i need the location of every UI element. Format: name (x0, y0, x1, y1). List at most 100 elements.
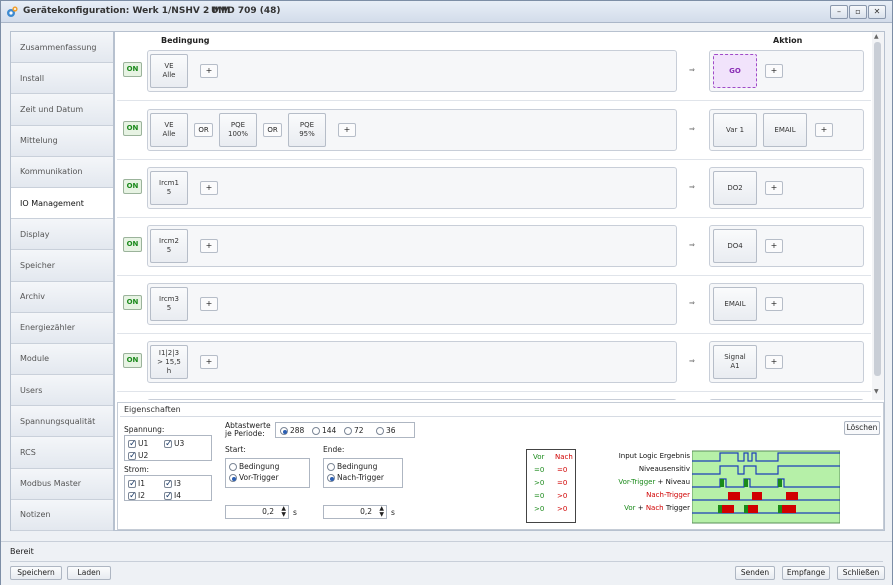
ende-radio-bedingung[interactable]: Bedingung (327, 462, 377, 471)
action-block[interactable]: GO (713, 54, 757, 88)
ende-radio-nach-trigger[interactable]: Nach-Trigger (327, 473, 384, 482)
abtast-radio-288[interactable]: 288 (280, 426, 304, 435)
condition-block[interactable]: Ircm1 5 (150, 171, 188, 205)
sidebar-item-modbus-master[interactable]: Modbus Master (11, 468, 113, 500)
rules-scrollbar[interactable]: ▲ ▼ (872, 32, 884, 400)
add-condition-button[interactable]: + (200, 64, 218, 78)
action-block[interactable]: EMAIL (713, 287, 757, 321)
checkbox-box[interactable] (164, 438, 173, 451)
action-block[interactable]: Var 1 (713, 113, 757, 147)
add-action-button[interactable]: + (815, 123, 833, 137)
add-condition-button[interactable]: + (200, 181, 218, 195)
condition-block[interactable]: Ircm3 5 (150, 287, 188, 321)
checkbox-box[interactable] (164, 490, 173, 503)
maximize-button[interactable]: ▫ (849, 5, 867, 19)
start-radio-vor-trigger[interactable]: Vor-Trigger (229, 473, 279, 482)
sidebar-item-display[interactable]: Display (11, 219, 113, 251)
on-toggle[interactable]: ON (123, 179, 142, 194)
sidebar-item-rcs[interactable]: RCS (11, 437, 113, 469)
checkbox-u3[interactable]: U3 (164, 438, 184, 451)
scroll-down-icon[interactable]: ▼ (874, 388, 879, 395)
sidebar-item-install[interactable]: Install (11, 63, 113, 95)
action-block[interactable]: EMAIL (763, 113, 807, 147)
checkbox-box[interactable] (128, 438, 137, 451)
or-button[interactable]: OR (263, 123, 282, 137)
or-button[interactable]: OR (194, 123, 213, 137)
sidebar-item-archiv[interactable]: Archiv (11, 281, 113, 313)
add-condition-button[interactable]: + (200, 355, 218, 369)
scrollbar-thumb[interactable] (874, 42, 881, 376)
checkbox-i1[interactable]: I1 (128, 478, 145, 491)
radio-circle[interactable] (327, 462, 335, 471)
senden-button[interactable]: Senden (735, 566, 775, 580)
add-action-button[interactable]: + (765, 64, 783, 78)
sidebar-item-users[interactable]: Users (11, 375, 113, 407)
radio-circle[interactable] (312, 426, 320, 435)
add-condition-button[interactable]: + (200, 297, 218, 311)
checkbox-box[interactable] (128, 478, 137, 491)
on-toggle[interactable]: ON (123, 62, 142, 77)
scroll-up-icon[interactable]: ▲ (874, 33, 879, 40)
spin-arrows-icon[interactable]: ▲ ▼ (379, 506, 384, 518)
sidebar-item-mittelung[interactable]: Mittelung (11, 125, 113, 157)
condition-block[interactable]: Ircm2 5 (150, 229, 188, 263)
on-toggle[interactable]: ON (123, 237, 142, 252)
add-action-button[interactable]: + (765, 355, 783, 369)
add-condition-button[interactable]: + (338, 123, 356, 137)
add-action-button[interactable]: + (765, 239, 783, 253)
radio-circle[interactable] (344, 426, 352, 435)
radio-circle[interactable] (376, 426, 384, 435)
checkbox-box[interactable] (128, 490, 137, 503)
checkbox-box[interactable] (164, 478, 173, 491)
checkbox-i4[interactable]: I4 (164, 490, 181, 503)
on-toggle[interactable]: ON (123, 295, 142, 310)
action-block[interactable]: Signal A1 (713, 345, 757, 379)
schliessen-button[interactable]: Schließen (837, 566, 885, 580)
sidebar-item-module[interactable]: Module (11, 343, 113, 376)
sidebar-item-zeit-und-datum[interactable]: Zeit und Datum (11, 94, 113, 126)
add-condition-button[interactable]: + (200, 239, 218, 253)
speichern-button[interactable]: Speichern (10, 566, 62, 580)
action-block[interactable]: DO4 (713, 229, 757, 263)
on-toggle[interactable]: ON (123, 353, 142, 368)
add-action-button[interactable]: + (765, 181, 783, 195)
checkbox-u1[interactable]: U1 (128, 438, 149, 451)
sidebar-item-spannungsqualit-t[interactable]: Spannungsqualität (11, 406, 113, 438)
condition-block[interactable]: I1|2|3 > 15,5 h (150, 345, 188, 379)
sidebar-item-energiez-hler[interactable]: Energiezähler (11, 312, 113, 344)
radio-circle[interactable] (229, 462, 237, 471)
add-action-button[interactable]: + (765, 297, 783, 311)
abtast-radio-36[interactable]: 36 (376, 426, 396, 435)
checkbox-i3[interactable]: I3 (164, 478, 181, 491)
sidebar-item-zusammenfassung[interactable]: Zusammenfassung (11, 32, 113, 64)
checkbox-u2[interactable]: U2 (128, 450, 148, 463)
abtast-radio-72[interactable]: 72 (344, 426, 364, 435)
condition-block[interactable]: VE Alle (150, 113, 188, 147)
condition-block[interactable]: PQE 95% (288, 113, 326, 147)
loeschen-button[interactable]: Löschen (844, 421, 880, 435)
action-block[interactable]: DO2 (713, 171, 757, 205)
condition-block[interactable]: PQE 100% (219, 113, 257, 147)
close-button[interactable]: ✕ (868, 5, 886, 19)
radio-circle[interactable] (280, 426, 288, 435)
sidebar-item-kommunikation[interactable]: Kommunikation (11, 156, 113, 188)
sidebar-item-speicher[interactable]: Speicher (11, 250, 113, 282)
laden-button[interactable]: Laden (67, 566, 111, 580)
minimize-button[interactable]: – (830, 5, 848, 19)
spin-arrows-icon[interactable]: ▲ ▼ (281, 506, 286, 518)
start-radio-bedingung[interactable]: Bedingung (229, 462, 279, 471)
checkbox-label: U1 (138, 439, 149, 448)
radio-circle[interactable] (229, 473, 237, 482)
checkbox-box[interactable] (128, 450, 137, 463)
checkbox-i2[interactable]: I2 (128, 490, 145, 503)
ende-seconds-input[interactable]: 0,2 ▲ ▼ (323, 505, 387, 519)
radio-circle[interactable] (327, 473, 335, 482)
start-seconds-input[interactable]: 0,2 ▲ ▼ (225, 505, 289, 519)
condition-panel: VE Alle + (147, 50, 677, 92)
sidebar-item-io-management[interactable]: IO Management (11, 187, 113, 220)
abtast-radio-144[interactable]: 144 (312, 426, 336, 435)
sidebar-item-notizen[interactable]: Notizen (11, 499, 113, 531)
condition-block[interactable]: VE Alle (150, 54, 188, 88)
on-toggle[interactable]: ON (123, 121, 142, 136)
empfange-button[interactable]: Empfange (782, 566, 830, 580)
